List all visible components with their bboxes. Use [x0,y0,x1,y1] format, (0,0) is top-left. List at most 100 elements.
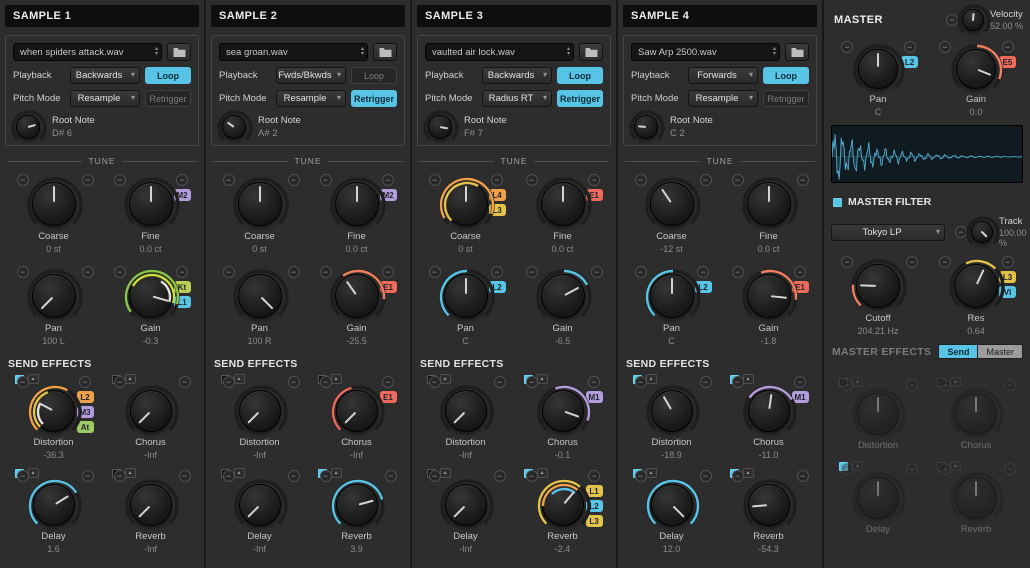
mod-slot-button[interactable] [82,266,94,278]
mod-slot-button[interactable] [382,174,394,186]
mod-slot-button[interactable] [429,376,441,388]
mod-slot-button[interactable] [588,376,600,388]
pan-knob[interactable] [650,274,694,318]
mod-source-badge[interactable]: L1 [174,296,191,308]
reverb-knob[interactable] [130,484,172,526]
mod-slot-button[interactable] [17,376,29,388]
sample-file-input[interactable]: when spiders attack.wav [13,43,162,61]
playback-select[interactable]: Backwards [70,67,140,84]
mod-source-badge[interactable]: L2 [901,56,918,68]
sample-file-stepper[interactable] [567,47,570,57]
fx-expand-button[interactable] [646,374,657,384]
mod-slot-button[interactable] [1002,256,1014,268]
sample-file-input[interactable]: Saw Arp 2500.wav [631,43,780,61]
mod-slot-button[interactable] [1004,463,1016,475]
mod-slot-button[interactable] [114,266,126,278]
fx-expand-button[interactable] [852,377,863,387]
mod-slot-button[interactable] [382,266,394,278]
fx-expand-button[interactable] [852,461,863,471]
mod-slot-button[interactable] [288,266,300,278]
mod-slot-button[interactable] [288,470,300,482]
fine-knob[interactable] [541,182,585,226]
fx-expand-button[interactable] [440,374,451,384]
stepper-down-icon[interactable] [361,52,364,57]
sample-file-stepper[interactable] [773,47,776,57]
stepper-down-icon[interactable] [773,52,776,57]
playback-select[interactable]: Forwards [688,67,758,84]
mod-source-badge[interactable]: E1 [586,189,603,201]
reverb-knob[interactable] [955,477,997,519]
loop-button[interactable]: Loop [763,67,809,84]
coarse-knob[interactable] [444,182,488,226]
mod-slot-button[interactable] [697,266,709,278]
mod-slot-button[interactable] [700,470,712,482]
pitch-mode-select[interactable]: Radius RT [482,90,552,107]
distortion-knob[interactable] [445,390,487,432]
mod-slot-button[interactable] [841,463,853,475]
pan-knob[interactable] [858,49,898,89]
delay-knob[interactable] [857,477,899,519]
sample-file-stepper[interactable] [155,47,158,57]
mod-source-badge[interactable]: M3 [77,406,94,418]
distortion-knob[interactable] [33,390,75,432]
mod-slot-button[interactable] [179,376,191,388]
mod-slot-button[interactable] [114,470,126,482]
retrigger-button[interactable]: Retrigger [763,90,809,107]
delay-knob[interactable] [33,484,75,526]
coarse-knob[interactable] [650,182,694,226]
loop-button[interactable]: Loop [145,67,191,84]
mod-slot-button[interactable] [732,470,744,482]
mod-slot-button[interactable] [955,226,967,238]
mod-slot-button[interactable] [1002,41,1014,53]
mod-slot-button[interactable] [588,174,600,186]
send-button[interactable]: Send [938,344,978,359]
browse-folder-button[interactable] [373,43,397,61]
mod-slot-button[interactable] [591,266,603,278]
coarse-knob[interactable] [238,182,282,226]
stepper-down-icon[interactable] [155,52,158,57]
fx-expand-button[interactable] [28,468,39,478]
mod-source-badge[interactable]: Vl [999,286,1016,298]
sample-file-input[interactable]: vaulted air lock.wav [425,43,574,61]
mod-slot-button[interactable] [841,379,853,391]
pitch-mode-select[interactable]: Resample [688,90,758,107]
mod-slot-button[interactable] [320,266,332,278]
retrigger-button[interactable]: Retrigger [145,90,191,107]
mod-slot-button[interactable] [732,266,744,278]
mod-slot-button[interactable] [797,470,809,482]
mod-slot-button[interactable] [429,266,441,278]
mod-slot-button[interactable] [794,376,806,388]
mod-slot-button[interactable] [320,174,332,186]
fx-expand-button[interactable] [125,374,136,384]
mod-source-badge[interactable]: L1 [586,485,603,497]
mod-slot-button[interactable] [906,379,918,391]
fx-expand-button[interactable] [331,468,342,478]
mod-slot-button[interactable] [320,376,332,388]
pan-knob[interactable] [32,274,76,318]
mod-slot-button[interactable] [939,379,951,391]
mod-slot-button[interactable] [797,174,809,186]
chorus-knob[interactable] [336,390,378,432]
mod-slot-button[interactable] [635,266,647,278]
mod-slot-button[interactable] [588,470,600,482]
mod-source-badge[interactable]: E1 [792,281,809,293]
mod-slot-button[interactable] [114,174,126,186]
mod-slot-button[interactable] [526,470,538,482]
mod-slot-button[interactable] [382,376,394,388]
delay-knob[interactable] [445,484,487,526]
fx-expand-button[interactable] [743,468,754,478]
mod-slot-button[interactable] [732,376,744,388]
mod-source-badge[interactable]: At [77,421,94,433]
chorus-knob[interactable] [542,390,584,432]
fx-expand-button[interactable] [950,377,961,387]
mod-slot-button[interactable] [179,470,191,482]
root-note-knob[interactable] [222,115,246,139]
mod-slot-button[interactable] [494,470,506,482]
mod-source-badge[interactable]: L3 [586,515,603,527]
distortion-knob[interactable] [239,390,281,432]
distortion-knob[interactable] [857,393,899,435]
master-button[interactable]: Master [978,344,1023,359]
chorus-knob[interactable] [130,390,172,432]
mod-source-badge[interactable]: E1 [380,281,397,293]
mod-slot-button[interactable] [939,256,951,268]
